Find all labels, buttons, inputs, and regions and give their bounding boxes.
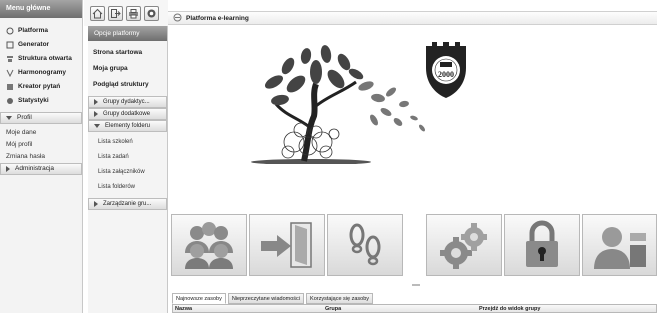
- tab-najnowsze-zasoby[interactable]: Najnowsze zasoby: [172, 293, 226, 304]
- profile-item-zmiana-hasla[interactable]: Zmiana hasła: [0, 151, 82, 163]
- section-grupy-dodatkowe[interactable]: Grupy dodatkowe: [88, 108, 167, 120]
- help-button[interactable]: [144, 5, 159, 21]
- toolbar: [84, 0, 168, 26]
- footsteps-button[interactable]: [327, 214, 403, 276]
- settings-button[interactable]: [426, 214, 502, 276]
- menu-item-kreator[interactable]: Kreator pytań: [0, 80, 82, 94]
- chevron-down-icon: [94, 124, 100, 128]
- profile-item-moje-dane[interactable]: Moje dane: [0, 127, 82, 139]
- print-button[interactable]: [126, 5, 141, 21]
- question-creator-icon: [6, 83, 14, 91]
- home-icon: [92, 8, 103, 18]
- chevron-right-icon: [94, 99, 98, 105]
- platform-icon: [6, 27, 14, 35]
- user-details-icon: [593, 227, 646, 269]
- link-moja-grupa[interactable]: Moja grupa: [88, 61, 167, 77]
- logout-button[interactable]: [108, 5, 123, 21]
- divider-handle: [412, 284, 420, 286]
- link-podglad-struktury[interactable]: Podgląd struktury: [88, 77, 167, 93]
- help-icon: [147, 9, 156, 17]
- login-button[interactable]: [249, 214, 325, 276]
- resources-tabs: Najnowsze zasoby Nieprzeczytane wiadomoś…: [172, 293, 374, 304]
- page-title: Platforma e-learning: [186, 14, 249, 22]
- column-header-przejdz[interactable]: Przejdź do widok grupy: [477, 305, 540, 312]
- platform-icon: [173, 13, 182, 24]
- main-menu-header: Menu główne: [0, 0, 82, 18]
- tab-korzystajace-zasoby[interactable]: Korzystające się zasoby: [306, 293, 374, 304]
- structure-icon: [6, 55, 14, 63]
- profile-item-moj-profil[interactable]: Mój profil: [0, 139, 82, 151]
- logout-icon: [111, 8, 121, 18]
- menu-item-struktura[interactable]: Struktura otwarta: [0, 52, 82, 66]
- menu-item-harmonogramy[interactable]: Harmonogramy: [0, 66, 82, 80]
- main-menu: Menu główne Platforma Generator Struktur…: [0, 0, 83, 313]
- column-header-grupa[interactable]: Grupa: [323, 305, 477, 312]
- menu-item-platforma[interactable]: Platforma: [0, 24, 82, 38]
- link-lista-szkolen[interactable]: Lista szkoleń: [88, 135, 167, 150]
- print-icon: [129, 8, 138, 18]
- main-content: 2000 Najnowsze zasoby Nieprzeczytane wia…: [168, 26, 657, 313]
- lock-button[interactable]: [504, 214, 580, 276]
- resources-table-header: Nazwa Grupa Przejdź do widok grupy: [172, 304, 657, 313]
- chevron-down-icon: [6, 116, 12, 120]
- statistics-icon: [6, 97, 14, 105]
- settings-gears-icon: [440, 223, 487, 269]
- link-lista-zalacznikow[interactable]: Lista załączników: [88, 165, 167, 180]
- platform-options-header: Opcje platformy: [88, 26, 167, 41]
- title-bar: Platforma e-learning: [168, 11, 657, 25]
- group-icon: [185, 222, 233, 269]
- chevron-right-icon: [94, 111, 98, 117]
- generator-icon: [6, 41, 14, 49]
- chevron-right-icon: [94, 201, 98, 207]
- link-strona-startowa[interactable]: Strona startowa: [88, 45, 167, 61]
- group-button[interactable]: [171, 214, 247, 276]
- chevron-right-icon: [6, 166, 10, 172]
- profile-section[interactable]: Profil: [0, 112, 82, 124]
- logo-year: 2000: [438, 70, 454, 79]
- university-crest-logo: 2000: [426, 42, 466, 98]
- lock-icon: [526, 220, 558, 267]
- section-grupy-dydaktyczne[interactable]: Grupy dydaktyc...: [88, 96, 167, 108]
- admin-section[interactable]: Administracja: [0, 163, 82, 175]
- user-details-button[interactable]: [582, 214, 657, 276]
- section-zarzadzanie-grupami[interactable]: Zarządzanie gru...: [88, 198, 167, 210]
- tree-of-hands-illustration: [251, 45, 425, 164]
- footsteps-icon: [349, 223, 381, 266]
- schedule-icon: [6, 69, 14, 78]
- menu-item-generator[interactable]: Generator: [0, 38, 82, 52]
- login-door-icon: [261, 222, 312, 268]
- tab-nieprzeczytane-wiadomosci[interactable]: Nieprzeczytane wiadomości: [227, 293, 305, 304]
- link-lista-zadan[interactable]: Lista zadań: [88, 150, 167, 165]
- section-elementy-folderu[interactable]: Elementy folderu: [88, 120, 167, 132]
- platform-options-menu: Opcje platformy Strona startowa Moja gru…: [88, 26, 168, 313]
- link-lista-folderow[interactable]: Lista folderów: [88, 180, 167, 195]
- home-button[interactable]: [90, 5, 105, 21]
- menu-item-statystyki[interactable]: Statystyki: [0, 94, 82, 108]
- column-header-nazwa[interactable]: Nazwa: [173, 305, 323, 312]
